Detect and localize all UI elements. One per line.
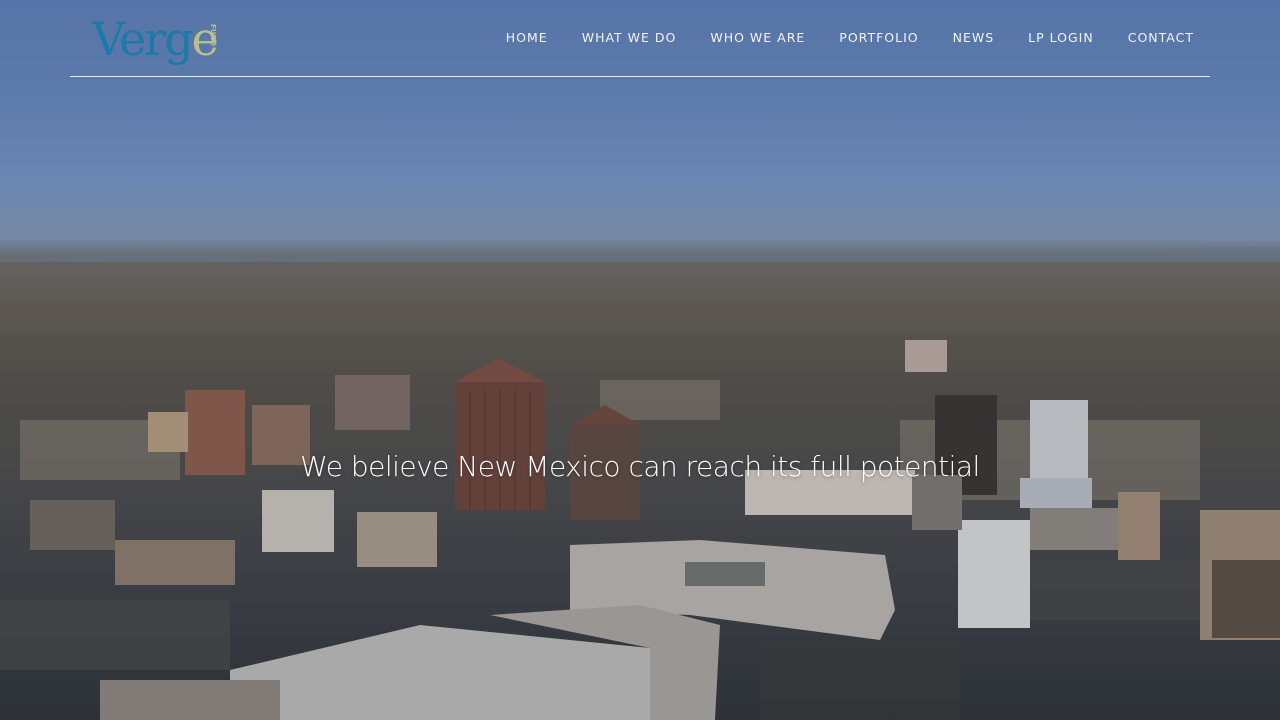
nav-what-we-do[interactable]: WHAT WE DO — [582, 30, 677, 45]
hero-background-city — [0, 0, 1280, 720]
nav-news[interactable]: NEWS — [953, 30, 995, 45]
nav-portfolio[interactable]: PORTFOLIO — [839, 30, 918, 45]
main-navigation: HOME WHAT WE DO WHO WE ARE PORTFOLIO NEW… — [506, 27, 1194, 47]
header-divider — [70, 76, 1210, 77]
hero-tagline: We believe New Mexico can reach its full… — [300, 450, 980, 483]
nav-contact[interactable]: CONTACT — [1128, 30, 1194, 45]
nav-lp-login[interactable]: LP LOGIN — [1028, 30, 1094, 45]
hero-overlay — [0, 0, 1280, 720]
logo-fund-label: FUND — [209, 24, 217, 47]
logo-wordmark: Verge — [92, 12, 219, 66]
nav-home[interactable]: HOME — [506, 30, 548, 45]
nav-who-we-are[interactable]: WHO WE ARE — [710, 30, 805, 45]
verge-fund-logo[interactable]: Verge FUND — [92, 10, 222, 66]
